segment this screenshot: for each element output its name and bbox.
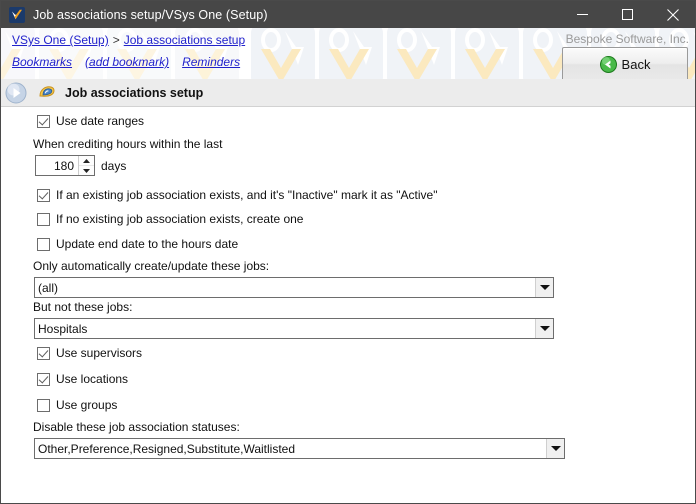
use-groups-label: Use groups [56, 398, 117, 412]
create-one-row[interactable]: If no existing job association exists, c… [37, 212, 303, 226]
only-jobs-value[interactable]: (all) [35, 278, 535, 297]
update-end-date-label: Update end date to the hours date [56, 237, 238, 251]
use-locations-label: Use locations [56, 372, 128, 386]
crediting-hours-label: When crediting hours within the last [33, 137, 222, 151]
use-locations-row[interactable]: Use locations [37, 372, 128, 386]
use-groups-row[interactable]: Use groups [37, 398, 117, 412]
use-date-ranges-row[interactable]: Use date ranges [37, 114, 144, 128]
but-not-jobs-label-row: But not these jobs: [33, 300, 132, 314]
window-title: Job associations setup/VSys One (Setup) [33, 8, 560, 22]
create-one-checkbox[interactable] [37, 213, 50, 226]
but-not-jobs-combobox[interactable]: Hospitals [34, 318, 554, 339]
days-suffix-label: days [101, 159, 126, 173]
bookmarks-link[interactable]: Bookmarks [12, 55, 72, 69]
use-date-ranges-checkbox[interactable] [37, 115, 50, 128]
settings-form: Use date ranges When crediting hours wit… [1, 107, 695, 503]
window-controls [560, 1, 695, 28]
back-button[interactable]: Back [562, 47, 688, 79]
breadcrumb: VSys One (Setup) > Job associations setup [12, 33, 245, 47]
banner: VSys One (Setup)>Job associations setup … [1, 28, 695, 79]
use-groups-checkbox[interactable] [37, 399, 50, 412]
only-jobs-label: Only automatically create/update these j… [33, 259, 269, 273]
quick-links: Bookmarks (add bookmark) Reminders [12, 55, 253, 69]
mark-active-checkbox[interactable] [37, 189, 50, 202]
maximize-icon[interactable] [605, 1, 650, 28]
use-date-ranges-label: Use date ranges [56, 114, 144, 128]
chevron-down-icon[interactable] [535, 278, 553, 297]
use-supervisors-row[interactable]: Use supervisors [37, 346, 142, 360]
back-arrow-icon [600, 56, 617, 73]
add-bookmark-link[interactable]: (add bookmark) [85, 55, 169, 69]
section-header: Job associations setup [1, 79, 695, 107]
company-name: Bespoke Software, Inc. [566, 32, 689, 46]
title-bar: Job associations setup/VSys One (Setup) [1, 1, 695, 28]
section-title: Job associations setup [65, 86, 203, 100]
disable-statuses-combobox[interactable]: Other,Preference,Resigned,Substitute,Wai… [34, 438, 565, 459]
only-jobs-label-row: Only automatically create/update these j… [33, 259, 269, 273]
close-icon[interactable] [650, 1, 695, 28]
disable-statuses-value[interactable]: Other,Preference,Resigned,Substitute,Wai… [35, 439, 546, 458]
days-spinner[interactable]: 180 [35, 155, 95, 176]
days-spinner-buttons[interactable] [78, 156, 94, 175]
update-end-date-row[interactable]: Update end date to the hours date [37, 237, 238, 251]
days-spinner-row[interactable]: 180 days [35, 155, 126, 176]
reminders-link[interactable]: Reminders [182, 55, 240, 69]
application-window: Job associations setup/VSys One (Setup) [0, 0, 696, 504]
chevron-down-icon[interactable] [535, 319, 553, 338]
disable-statuses-label-row: Disable these job association statuses: [33, 420, 240, 434]
update-end-date-checkbox[interactable] [37, 238, 50, 251]
back-button-label: Back [622, 57, 651, 72]
job-associations-icon [37, 83, 57, 103]
crediting-hours-label-row: When crediting hours within the last [33, 137, 222, 151]
minimize-icon[interactable] [560, 1, 605, 28]
breadcrumb-link-current[interactable]: Job associations setup [124, 33, 245, 47]
only-jobs-combobox[interactable]: (all) [34, 277, 554, 298]
days-spinner-value[interactable]: 180 [36, 156, 78, 175]
use-locations-checkbox[interactable] [37, 373, 50, 386]
spinner-up-icon[interactable] [79, 156, 94, 166]
but-not-jobs-label: But not these jobs: [33, 300, 132, 314]
use-supervisors-label: Use supervisors [56, 346, 142, 360]
vsys-checkmark-icon [8, 6, 26, 24]
mark-active-label: If an existing job association exists, a… [56, 188, 438, 202]
breadcrumb-link-root[interactable]: VSys One (Setup) [12, 33, 109, 47]
play-forward-icon[interactable] [5, 82, 27, 104]
mark-active-row[interactable]: If an existing job association exists, a… [37, 188, 438, 202]
chevron-down-icon[interactable] [546, 439, 564, 458]
but-not-jobs-value[interactable]: Hospitals [35, 319, 535, 338]
spinner-down-icon[interactable] [79, 166, 94, 175]
create-one-label: If no existing job association exists, c… [56, 212, 303, 226]
breadcrumb-separator: > [113, 33, 120, 47]
disable-statuses-label: Disable these job association statuses: [33, 420, 240, 434]
use-supervisors-checkbox[interactable] [37, 347, 50, 360]
